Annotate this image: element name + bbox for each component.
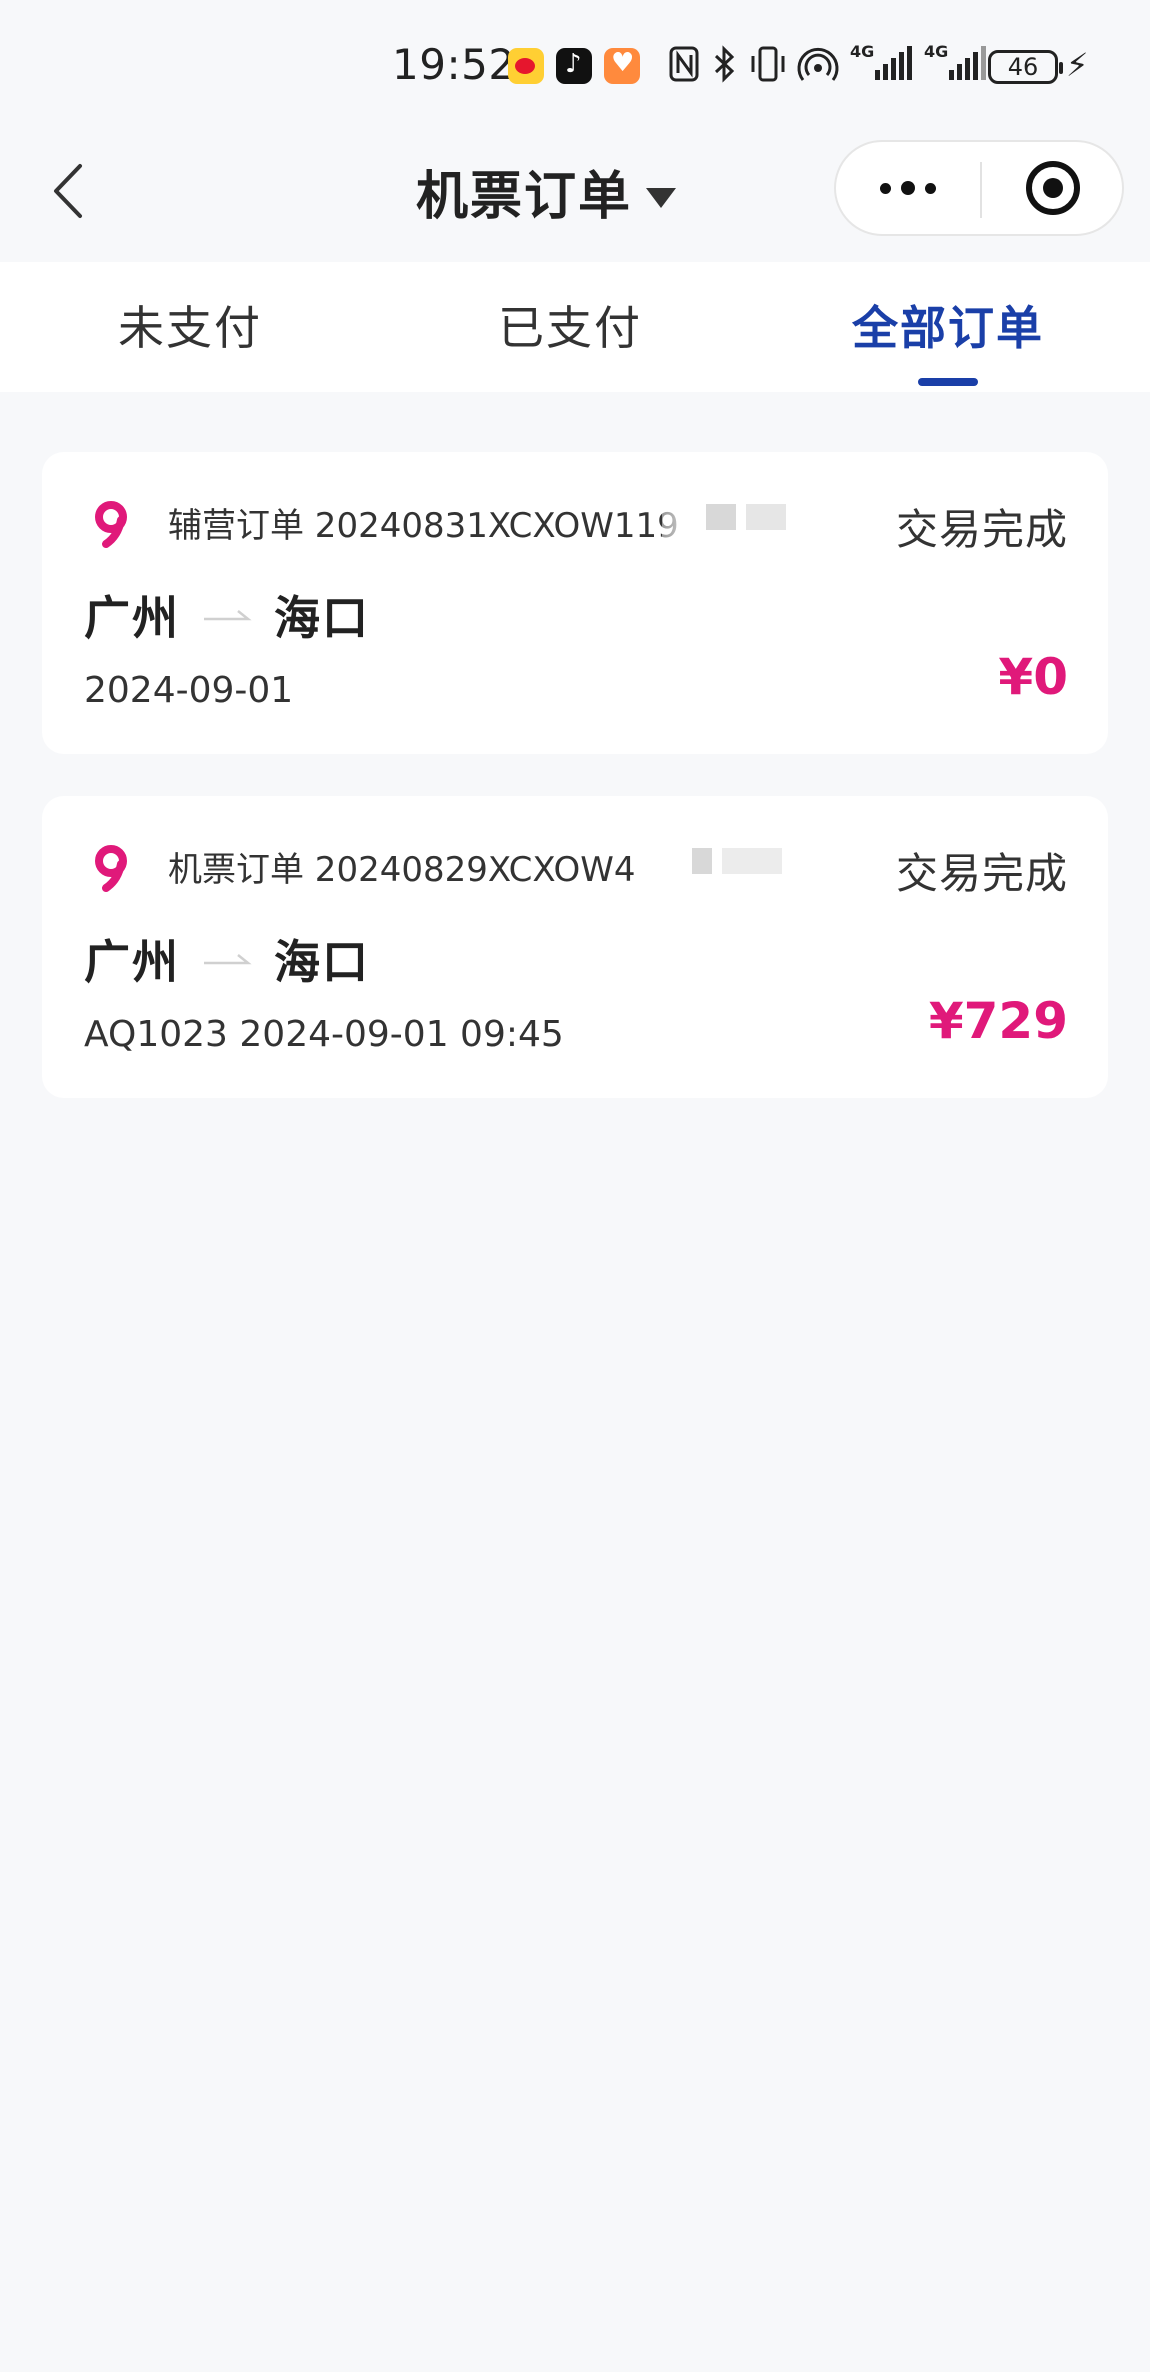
order-card[interactable]: 机票订单 20240829XCXOW4 交易完成 广州 海口 AQ1023 20… <box>42 796 1108 1098</box>
tab-label: 全部订单 <box>852 301 1044 355</box>
back-button[interactable] <box>40 156 100 226</box>
arrow-right-icon <box>204 954 252 965</box>
origin-city: 广州 <box>84 591 180 645</box>
weibo-app-icon <box>508 48 544 84</box>
arrow-right-icon <box>204 610 252 621</box>
route: 广州 海口 <box>84 926 370 992</box>
vibrate-icon <box>748 42 788 86</box>
bluetooth-icon <box>710 42 740 86</box>
redaction-mask <box>662 832 812 892</box>
order-number-area: 辅营订单 20240831XCXOW119 <box>42 452 762 552</box>
charging-icon: ⚡ <box>1066 46 1089 84</box>
dot <box>901 181 915 195</box>
health-app-icon <box>604 48 640 84</box>
order-number: 辅营订单 20240831XCXOW119 <box>168 506 679 546</box>
destination-city: 海口 <box>274 591 370 645</box>
caret-down-icon <box>646 187 677 208</box>
route: 广州 海口 <box>84 582 370 648</box>
target-icon <box>1026 161 1080 215</box>
order-tabs: 未支付 已支付 全部订单 <box>0 262 1150 392</box>
flight-info: AQ1023 2024-09-01 09:45 <box>84 1014 564 1055</box>
battery-icon: 46 <box>988 50 1063 84</box>
signal-icon: 4G <box>850 42 912 86</box>
status-time: 19:52 <box>392 40 516 89</box>
tab-all-orders[interactable]: 全部订单 <box>838 262 1058 392</box>
order-card[interactable]: 辅营订单 20240831XCXOW119 交易完成 广州 海口 2024-09… <box>42 452 1108 754</box>
active-tab-indicator <box>918 378 978 386</box>
tab-label: 未支付 <box>118 301 262 355</box>
hotspot-icon <box>796 42 840 86</box>
flight-date: 2024-09-01 <box>84 670 294 711</box>
page: 19:52 4G 4G 46 ⚡ 机票订单 <box>0 0 1150 2372</box>
signal-icon: 4G <box>924 42 986 86</box>
destination-city: 海口 <box>274 935 370 989</box>
order-status: 交易完成 <box>895 849 1068 898</box>
status-bar: 19:52 4G 4G 46 ⚡ <box>0 0 1150 130</box>
tab-label: 已支付 <box>498 301 642 355</box>
dot <box>925 182 936 194</box>
dot <box>880 182 891 194</box>
order-number: 机票订单 20240829XCXOW4 <box>168 850 636 890</box>
order-price: ¥0 <box>998 648 1068 706</box>
miniapp-capsule <box>834 140 1124 236</box>
chevron-left-icon <box>54 164 82 218</box>
redaction-mask <box>662 488 812 548</box>
order-number-area: 机票订单 20240829XCXOW4 <box>42 796 762 896</box>
order-status: 交易完成 <box>895 505 1068 554</box>
order-price: ¥729 <box>928 992 1068 1050</box>
tab-unpaid[interactable]: 未支付 <box>90 262 290 392</box>
page-title: 机票订单 <box>416 167 633 227</box>
tab-paid[interactable]: 已支付 <box>470 262 670 392</box>
origin-city: 广州 <box>84 935 180 989</box>
more-button[interactable] <box>836 142 980 234</box>
nav-bar: 机票订单 <box>0 130 1150 262</box>
close-miniapp-button[interactable] <box>982 142 1124 234</box>
title-dropdown[interactable]: 机票订单 <box>416 154 677 229</box>
nfc-icon <box>668 42 702 86</box>
tiktok-app-icon <box>556 48 592 84</box>
